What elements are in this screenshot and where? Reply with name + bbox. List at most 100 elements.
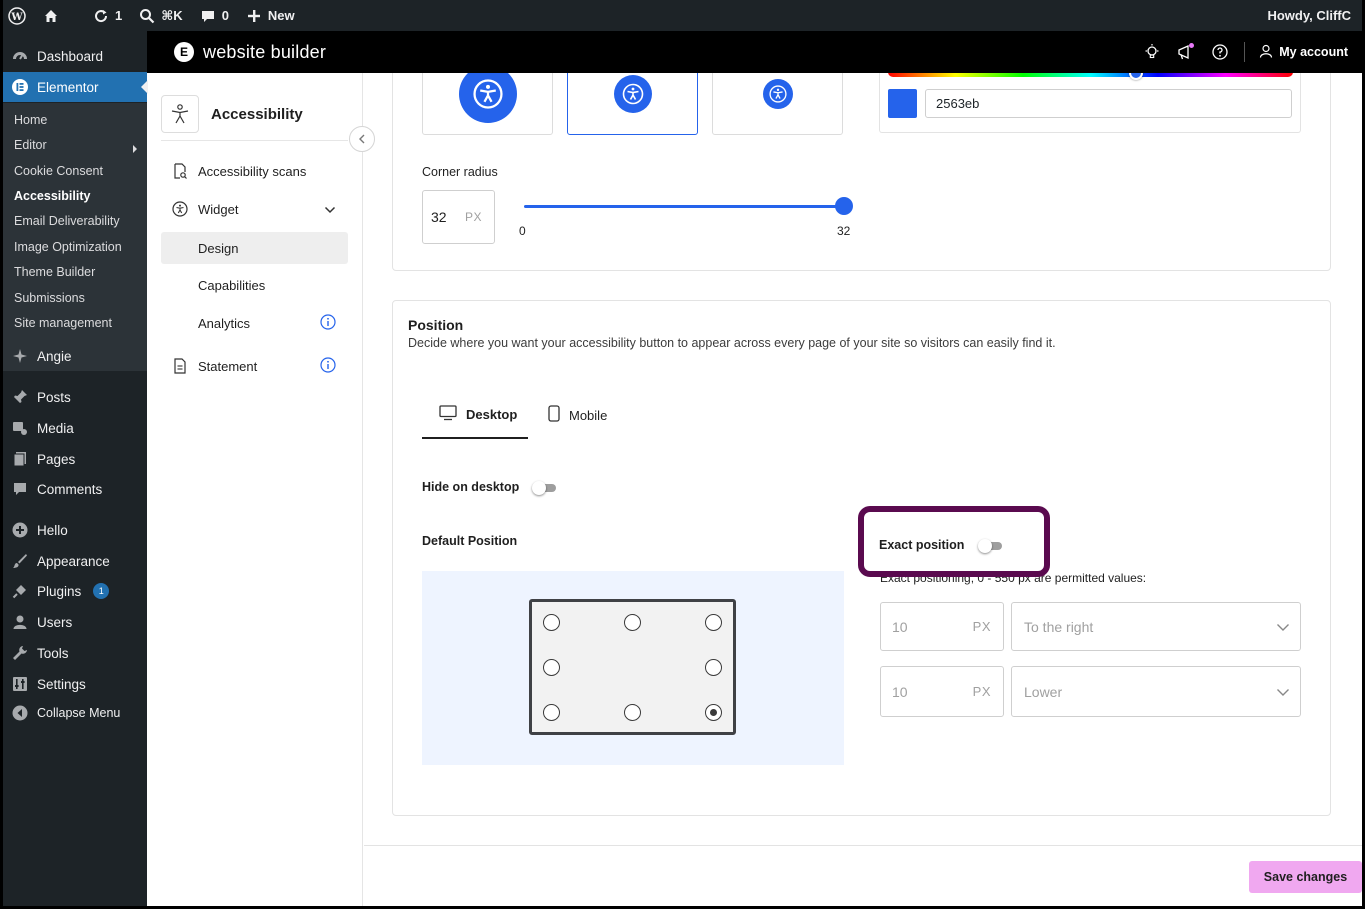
submenu-editor-label: Editor bbox=[14, 138, 47, 152]
vertical-direction-select[interactable]: Lower bbox=[1011, 666, 1301, 717]
submenu-theme-builder[interactable]: Theme Builder bbox=[14, 265, 95, 279]
menu-users[interactable]: Users bbox=[3, 607, 147, 637]
color-hex-input[interactable]: 2563eb bbox=[925, 89, 1292, 118]
position-bottom-left[interactable] bbox=[543, 704, 560, 721]
menu-hello[interactable]: Hello bbox=[3, 515, 147, 545]
menu-media[interactable]: Media bbox=[3, 413, 147, 443]
nav-widget-label: Widget bbox=[198, 201, 239, 217]
comment-icon bbox=[199, 7, 217, 25]
tab-mobile-label: Mobile bbox=[569, 407, 608, 423]
position-top-left[interactable] bbox=[543, 614, 560, 631]
search-shortcut-button[interactable]: ⌘K bbox=[130, 0, 190, 31]
corner-radius-slider[interactable] bbox=[524, 205, 844, 208]
accessibility-person-icon bbox=[161, 95, 199, 133]
tab-desktop-label: Desktop bbox=[466, 407, 518, 422]
my-account-button[interactable]: My account bbox=[1259, 44, 1348, 61]
menu-comments[interactable]: Comments bbox=[3, 474, 147, 504]
nav-widget[interactable]: Widget bbox=[161, 193, 348, 225]
nav-accessibility-scans[interactable]: Accessibility scans bbox=[161, 155, 348, 187]
exact-position-highlight: Exact position bbox=[858, 506, 1050, 577]
menu-plugins[interactable]: Plugins 1 bbox=[3, 576, 147, 606]
lightbulb-icon[interactable] bbox=[1142, 42, 1162, 62]
corner-radius-label: Corner radius bbox=[422, 165, 498, 179]
submenu-image-optimization[interactable]: Image Optimization bbox=[14, 240, 122, 254]
help-icon[interactable] bbox=[1210, 42, 1230, 62]
wrench-icon bbox=[11, 644, 29, 662]
horizontal-direction-value: To the right bbox=[1024, 618, 1094, 635]
position-bottom-right[interactable] bbox=[705, 704, 722, 721]
submenu-accessibility[interactable]: Accessibility bbox=[14, 189, 90, 203]
menu-dashboard-label: Dashboard bbox=[37, 48, 104, 64]
position-title: Position bbox=[408, 317, 464, 333]
howdy-user-menu[interactable]: Howdy, CliffC bbox=[1259, 0, 1365, 31]
submenu-cookie-consent[interactable]: Cookie Consent bbox=[14, 164, 103, 178]
submenu-email-deliverability[interactable]: Email Deliverability bbox=[14, 214, 120, 228]
megaphone-icon[interactable] bbox=[1176, 42, 1196, 62]
elementor-top-bar: E website builder My account bbox=[147, 31, 1362, 73]
submenu-site-management[interactable]: Site management bbox=[14, 316, 112, 330]
icon-size-large[interactable] bbox=[422, 73, 553, 135]
submenu-home[interactable]: Home bbox=[14, 113, 47, 127]
new-content-button[interactable]: New bbox=[237, 0, 303, 31]
horizontal-offset-input[interactable]: 10 PX bbox=[880, 602, 1004, 651]
menu-dashboard[interactable]: Dashboard bbox=[3, 41, 147, 71]
hue-slider[interactable] bbox=[888, 73, 1293, 77]
comments-count: 0 bbox=[221, 8, 229, 23]
comments-button[interactable]: 0 bbox=[191, 0, 237, 31]
elementor-icon bbox=[11, 78, 29, 96]
info-icon[interactable] bbox=[320, 313, 336, 333]
menu-elementor[interactable]: Elementor bbox=[3, 72, 148, 102]
submenu-editor[interactable]: Editor bbox=[14, 138, 138, 153]
screen-preview bbox=[529, 599, 736, 735]
submenu-submissions[interactable]: Submissions bbox=[14, 291, 85, 305]
position-bottom-center[interactable] bbox=[624, 704, 641, 721]
menu-collapse-label: Collapse Menu bbox=[37, 706, 121, 720]
search-shortcut-label: ⌘K bbox=[161, 7, 183, 23]
position-middle-right[interactable] bbox=[705, 659, 722, 676]
nav-capabilities[interactable]: Capabilities bbox=[161, 269, 348, 301]
scan-document-icon bbox=[171, 162, 189, 180]
menu-tools[interactable]: Tools bbox=[3, 638, 147, 668]
accessibility-button-large-icon bbox=[458, 73, 517, 123]
tab-mobile[interactable]: Mobile bbox=[548, 405, 607, 425]
menu-angie[interactable]: Angie bbox=[3, 341, 147, 371]
wp-logo-button[interactable]: W bbox=[0, 0, 34, 31]
collapse-nav-button[interactable] bbox=[349, 126, 375, 152]
nav-analytics[interactable]: Analytics bbox=[161, 307, 348, 339]
nav-design[interactable]: Design bbox=[161, 232, 348, 264]
hue-slider-thumb[interactable] bbox=[1129, 73, 1143, 80]
icon-size-medium[interactable] bbox=[567, 73, 698, 135]
exact-position-toggle[interactable] bbox=[978, 539, 1006, 553]
site-home-button[interactable] bbox=[34, 0, 68, 31]
vertical-offset-input[interactable]: 10 PX bbox=[880, 666, 1004, 717]
info-icon[interactable] bbox=[320, 356, 336, 376]
menu-appearance[interactable]: Appearance bbox=[3, 546, 147, 576]
position-top-center[interactable] bbox=[624, 614, 641, 631]
corner-radius-slider-thumb[interactable] bbox=[835, 197, 853, 215]
menu-hello-label: Hello bbox=[37, 522, 68, 538]
position-top-right[interactable] bbox=[705, 614, 722, 631]
updates-button[interactable]: 1 bbox=[84, 0, 130, 31]
caret-right-icon bbox=[132, 142, 138, 156]
monitor-icon bbox=[439, 405, 457, 424]
menu-pages[interactable]: Pages bbox=[3, 444, 147, 474]
hide-on-desktop-toggle[interactable] bbox=[532, 481, 560, 495]
menu-settings[interactable]: Settings bbox=[3, 669, 147, 699]
menu-tools-label: Tools bbox=[37, 645, 69, 661]
corner-radius-input[interactable]: 32 PX bbox=[422, 190, 495, 244]
color-swatch[interactable] bbox=[888, 89, 917, 118]
slider-max-label: 32 bbox=[837, 224, 851, 238]
nav-statement[interactable]: Statement bbox=[161, 350, 348, 382]
icon-size-small[interactable] bbox=[712, 73, 843, 135]
save-changes-button[interactable]: Save changes bbox=[1249, 861, 1362, 893]
footer-divider bbox=[364, 845, 1362, 846]
tab-desktop[interactable]: Desktop bbox=[439, 405, 517, 424]
horizontal-direction-select[interactable]: To the right bbox=[1011, 602, 1301, 651]
elementor-logo: E bbox=[174, 42, 194, 62]
horizontal-offset-value: 10 bbox=[892, 618, 908, 635]
menu-posts[interactable]: Posts bbox=[3, 382, 147, 412]
plug-icon bbox=[11, 582, 29, 600]
position-middle-left[interactable] bbox=[543, 659, 560, 676]
wp-admin-sidebar: Dashboard Elementor Home Editor Cookie C… bbox=[3, 31, 148, 909]
menu-collapse[interactable]: Collapse Menu bbox=[3, 698, 147, 728]
